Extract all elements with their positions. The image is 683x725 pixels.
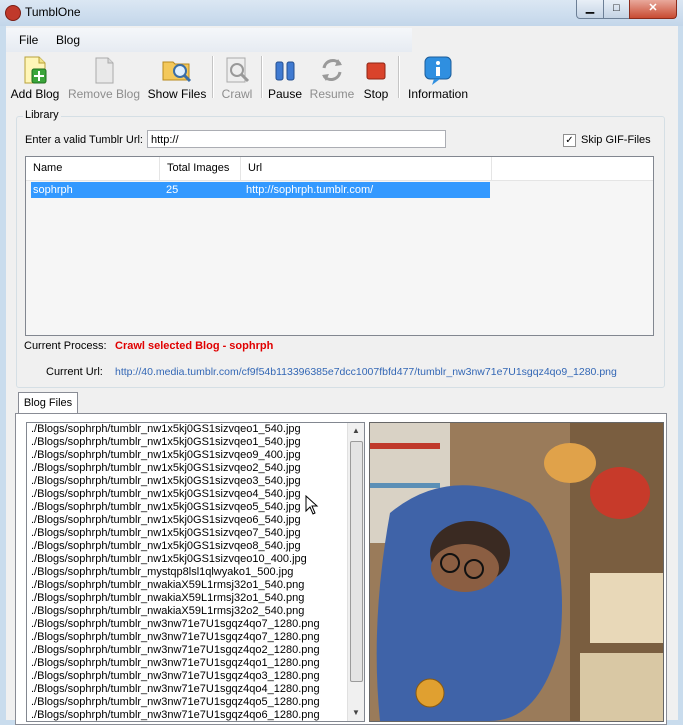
menu-bar: File Blog [6,28,412,52]
menu-file[interactable]: File [19,33,38,47]
library-title: Library [23,109,61,121]
file-list-item[interactable]: ./Blogs/sophrph/tumblr_nw3nw71e7U1sgqz4q… [27,618,364,631]
current-process-value: Crawl selected Blog - sophrph [115,340,274,352]
minimize-button[interactable]: ▁ [576,0,604,19]
file-list-item[interactable]: ./Blogs/sophrph/tumblr_nwakiaX59L1rmsj32… [27,605,364,618]
current-url-value: http://40.media.tumblr.com/cf9f54b113396… [115,366,617,378]
file-list[interactable]: ./Blogs/sophrph/tumblr_nw1x5kj0GS1sizvqe… [26,422,365,722]
file-list-item[interactable]: ./Blogs/sophrph/tumblr_nwakiaX59L1rmsj32… [27,579,364,592]
window-client: File Blog Add Blog Remove Blog Show File… [6,26,678,725]
file-list-item[interactable]: ./Blogs/sophrph/tumblr_nw3nw71e7U1sgqz4q… [27,657,364,670]
file-list-item[interactable]: ./Blogs/sophrph/tumblr_nw3nw71e7U1sgqz4q… [27,644,364,657]
file-list-item[interactable]: ./Blogs/sophrph/tumblr_nw1x5kj0GS1sizvqe… [27,449,364,462]
toolbar-separator [261,56,263,98]
file-list-item[interactable]: ./Blogs/sophrph/tumblr_nw1x5kj0GS1sizvqe… [27,553,364,566]
stop-icon [366,62,386,80]
folder-search-icon [162,61,192,83]
toolbar-separator [398,56,400,98]
add-blog-label: Add Blog [10,87,60,101]
blog-row[interactable]: sophrph 25 http://sophrph.tumblr.com/ [31,182,490,198]
show-files-button[interactable]: Show Files [146,52,208,102]
show-files-label: Show Files [147,87,207,101]
scroll-thumb[interactable] [350,441,363,682]
skip-gif-checkbox[interactable]: ✓ [563,134,576,147]
column-url[interactable]: Url [241,157,492,180]
file-list-item[interactable]: ./Blogs/sophrph/tumblr_nw3nw71e7U1sgqz4q… [27,709,364,721]
file-list-item[interactable]: ./Blogs/sophrph/tumblr_nw3nw71e7U1sgqz4q… [27,696,364,709]
close-button[interactable]: ✕ [629,0,677,19]
skip-gif-label: Skip GIF-Files [581,134,651,146]
pause-button[interactable]: Pause [265,52,305,102]
file-list-item[interactable]: ./Blogs/sophrph/tumblr_nw1x5kj0GS1sizvqe… [27,527,364,540]
file-list-item[interactable]: ./Blogs/sophrph/tumblr_nw1x5kj0GS1sizvqe… [27,540,364,553]
file-list-item[interactable]: ./Blogs/sophrph/tumblr_nw3nw71e7U1sgqz4q… [27,683,364,696]
resume-button[interactable]: Resume [308,52,356,102]
tumblr-url-input[interactable]: http:// [147,130,446,148]
scroll-down-icon[interactable]: ▼ [348,705,364,721]
tab-blog-files[interactable]: Blog Files [18,392,78,415]
image-preview [369,422,664,722]
current-process-label: Current Process: [24,340,107,352]
window-title: TumblOne [25,5,81,19]
scroll-up-icon[interactable]: ▲ [348,423,364,439]
file-list-item[interactable]: ./Blogs/sophrph/tumblr_nw1x5kj0GS1sizvqe… [27,462,364,475]
blog-total-cell: 25 [166,184,179,196]
remove-blog-label: Remove Blog [67,87,141,101]
file-list-item[interactable]: ./Blogs/sophrph/tumblr_mystqp8lsl1qlwyak… [27,566,364,579]
column-name[interactable]: Name [26,157,160,180]
file-list-item[interactable]: ./Blogs/sophrph/tumblr_nwakiaX59L1rmsj32… [27,592,364,605]
crawl-label: Crawl [221,87,253,101]
vertical-scrollbar[interactable]: ▲ ▼ [347,423,364,721]
pause-icon [275,61,295,81]
file-list-item[interactable]: ./Blogs/sophrph/tumblr_nw1x5kj0GS1sizvqe… [27,423,364,436]
mouse-cursor-icon [305,495,319,515]
file-items: ./Blogs/sophrph/tumblr_nw1x5kj0GS1sizvqe… [27,423,364,721]
add-blog-button[interactable]: Add Blog [8,52,62,102]
resume-label: Resume [309,87,355,101]
file-list-item[interactable]: ./Blogs/sophrph/tumblr_nw1x5kj0GS1sizvqe… [27,475,364,488]
stop-label: Stop [363,87,389,101]
maximize-button[interactable]: □ [603,0,630,19]
list-header: Name Total Images Url [26,157,653,181]
url-label: Enter a valid Tumblr Url: [25,134,143,146]
file-list-item[interactable]: ./Blogs/sophrph/tumblr_nw3nw71e7U1sgqz4q… [27,631,364,644]
remove-blog-button[interactable]: Remove Blog [64,52,144,102]
add-document-icon [24,56,47,84]
menu-blog[interactable]: Blog [56,33,80,47]
file-list-item[interactable]: ./Blogs/sophrph/tumblr_nw3nw71e7U1sgqz4q… [27,670,364,683]
blog-files-panel: ./Blogs/sophrph/tumblr_nw1x5kj0GS1sizvqe… [15,413,667,725]
crawl-icon [226,57,250,83]
file-list-item[interactable]: ./Blogs/sophrph/tumblr_nw1x5kj0GS1sizvqe… [27,514,364,527]
resume-icon [322,59,342,81]
information-button[interactable]: Information [403,52,473,102]
stop-button[interactable]: Stop [358,52,394,102]
blog-url-cell: http://sophrph.tumblr.com/ [246,184,374,196]
toolbar-separator [212,56,214,98]
info-icon [424,56,452,85]
app-icon [5,5,21,21]
blog-name-cell: sophrph [33,184,73,196]
preview-photo [370,423,663,721]
title-bar: TumblOne ▁ □ ✕ [0,0,683,26]
pause-label: Pause [267,87,303,101]
current-url-label: Current Url: [46,366,103,378]
information-label: Information [407,87,469,101]
file-list-item[interactable]: ./Blogs/sophrph/tumblr_nw1x5kj0GS1sizvqe… [27,436,364,449]
remove-document-icon [95,57,114,84]
blog-list[interactable]: Name Total Images Url sophrph 25 http://… [25,156,654,336]
crawl-button[interactable]: Crawl [217,52,257,102]
column-total-images[interactable]: Total Images [160,157,241,180]
toolbar: Add Blog Remove Blog Show Files Crawl Pa… [6,52,678,104]
